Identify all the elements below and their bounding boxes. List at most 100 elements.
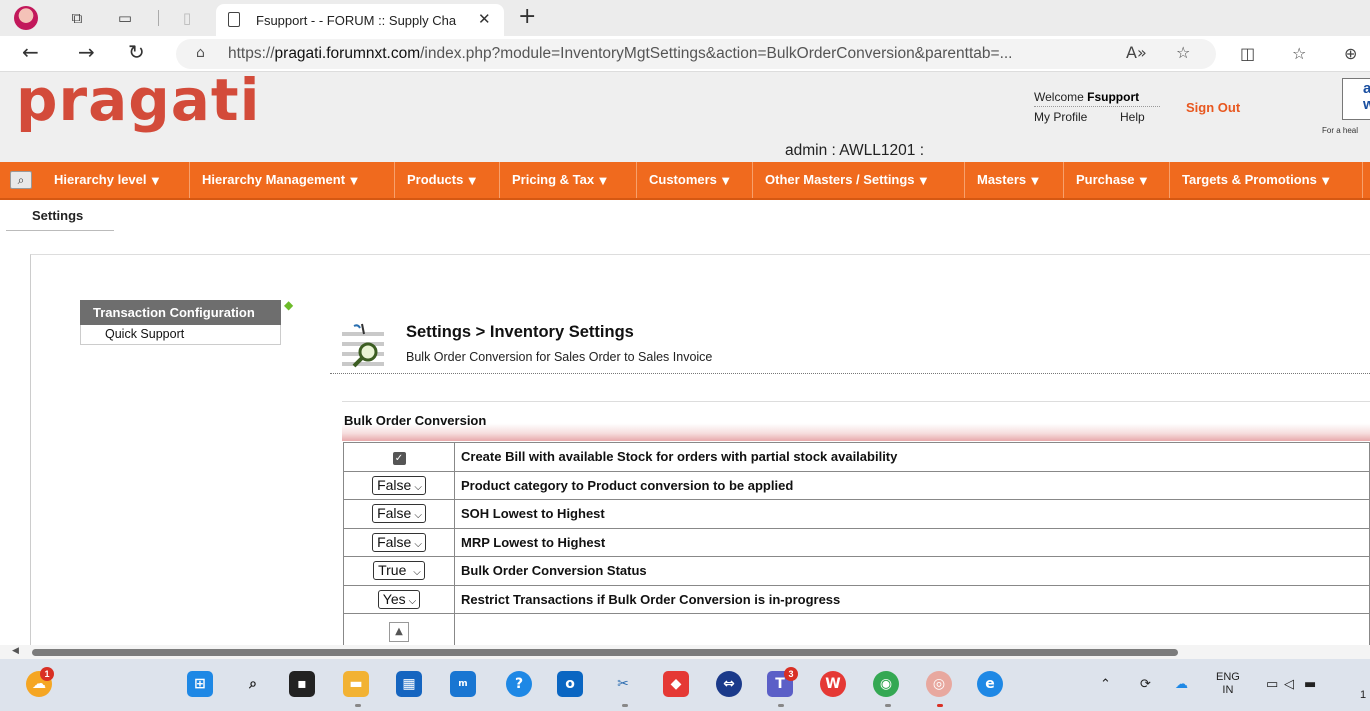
mhp-app-icon[interactable]: m	[450, 671, 476, 697]
collections-icon[interactable]: ⊕	[1344, 44, 1357, 63]
menu-customers[interactable]: Customers ▼	[636, 162, 730, 198]
partner-tagline: For a heal	[1322, 126, 1359, 135]
tab-separator	[158, 10, 159, 26]
site-info-icon[interactable]: ⌂	[196, 45, 205, 61]
back-icon[interactable]: ←	[22, 40, 39, 64]
soh-order-select[interactable]: False ⌵	[372, 504, 426, 524]
favorites-icon[interactable]: ☆	[1292, 44, 1306, 63]
help-app-icon[interactable]: ?	[506, 671, 532, 697]
restrict-transactions-select[interactable]: Yes ⌵	[377, 589, 421, 609]
sidebar: Transaction Configuration Quick Support	[80, 300, 281, 345]
running-indicator	[622, 704, 628, 707]
my-profile-link[interactable]: My Profile	[1034, 110, 1087, 124]
menu-hierarchy-level[interactable]: Hierarchy level ▼	[42, 162, 159, 198]
running-indicator	[355, 704, 361, 707]
windows-taskbar: ☁ 1 ⊞ ⌕ ▪ ▬ ▦ m ? o ✂ ◆ ⇔ T 3 W ◉ ◎ e ⌃ …	[0, 659, 1370, 711]
menu-purchase[interactable]: Purchase ▼	[1063, 162, 1147, 198]
sign-out-link[interactable]: Sign Out	[1186, 100, 1240, 115]
battery-icon[interactable]: ▬	[1304, 677, 1316, 692]
sidebar-item-quick-support[interactable]: Quick Support	[80, 325, 281, 345]
pragati-logo: pragati	[16, 66, 261, 134]
setting-label: MRP Lowest to Highest	[454, 527, 1370, 557]
sidebar-heading: Transaction Configuration	[80, 300, 281, 325]
setting-label: Create Bill with available Stock for ord…	[454, 442, 1370, 472]
category-conversion-select[interactable]: False ⌵	[372, 475, 426, 495]
menu-masters[interactable]: Masters ▼	[964, 162, 1039, 198]
new-tab-icon[interactable]: +	[518, 4, 536, 29]
task-view-icon[interactable]: ▪	[289, 671, 315, 697]
welcome-divider	[1034, 106, 1160, 107]
url-text: https://pragati.forumnxt.com/index.php?m…	[228, 45, 1013, 62]
control-cell: True ⌵	[343, 556, 455, 586]
collapse-arrow-icon[interactable]: ◆	[284, 298, 293, 312]
url-field[interactable]: ⌂ https://pragati.forumnxt.com/index.php…	[176, 39, 1216, 69]
search-icon[interactable]: ⌕	[240, 671, 266, 697]
page-icon	[228, 12, 240, 27]
edge-icon[interactable]: e	[977, 671, 1003, 697]
teams-badge: 3	[784, 667, 798, 681]
volume-icon[interactable]: ◁	[1284, 677, 1294, 692]
snipping-tool-icon[interactable]: ✂	[610, 671, 636, 697]
network-icon[interactable]: ▭	[1266, 677, 1278, 692]
anydesk-icon[interactable]: ◆	[663, 671, 689, 697]
setting-label: Bulk Order Conversion Status	[454, 556, 1370, 586]
table-row: Yes ⌵ Restrict Transactions if Bulk Order…	[343, 584, 1370, 614]
workspaces-icon[interactable]: ⧉	[66, 7, 88, 29]
language-indicator[interactable]: ENG IN	[1216, 671, 1240, 697]
read-aloud-icon[interactable]: A»	[1126, 43, 1147, 62]
wps-office-icon[interactable]: W	[820, 671, 846, 697]
file-explorer-icon[interactable]: ▬	[343, 671, 369, 697]
main-menu: ⌕ Hierarchy level ▼ Hierarchy Management ▼…	[0, 162, 1370, 200]
site-header: pragati Welcome Fsupport My Profile Help…	[0, 66, 1370, 162]
onedrive-icon[interactable]: ☁	[1175, 677, 1188, 692]
browser-tab-bar: ⧉ ▭ ▯ Fsupport - - FORUM :: Supply Cha ✕…	[0, 0, 1370, 36]
horizontal-scrollbar[interactable]: ◀	[0, 645, 1370, 659]
close-tab-icon[interactable]: ✕	[478, 10, 491, 28]
scrollbar-thumb[interactable]	[32, 649, 1178, 656]
menu-targets-promotions[interactable]: Targets & Promotions ▼	[1169, 162, 1330, 198]
setting-label: Product category to Product conversion t…	[454, 470, 1370, 500]
settings-table: ✓ Create Bill with available Stock for o…	[343, 442, 1370, 650]
tray-overflow-icon[interactable]: ⌃	[1100, 677, 1111, 692]
page-title: Settings > Inventory Settings	[406, 323, 634, 341]
scroll-left-icon[interactable]: ◀	[12, 646, 19, 656]
mrp-order-select[interactable]: False ⌵	[372, 532, 426, 552]
tab-title: Fsupport - - FORUM :: Supply Cha	[256, 13, 457, 28]
menu-products[interactable]: Products ▼	[394, 162, 476, 198]
active-tab[interactable]: Fsupport - - FORUM :: Supply Cha ✕	[216, 4, 504, 36]
favorite-star-icon[interactable]: ☆	[1176, 43, 1190, 62]
menu-hierarchy-management[interactable]: Hierarchy Management ▼	[189, 162, 358, 198]
blank-page-icon: ▯	[182, 9, 192, 27]
menu-other-masters[interactable]: Other Masters / Settings ▼	[752, 162, 927, 198]
profile-avatar[interactable]	[14, 6, 38, 30]
menu-search-icon[interactable]: ⌕	[10, 171, 32, 189]
help-link[interactable]: Help	[1120, 110, 1145, 124]
teamviewer-icon[interactable]: ⇔	[716, 671, 742, 697]
weather-badge: 1	[40, 667, 54, 681]
menu-pricing-tax[interactable]: Pricing & Tax ▼	[499, 162, 607, 198]
start-icon[interactable]: ⊞	[187, 671, 213, 697]
store-icon[interactable]: ▦	[396, 671, 422, 697]
title-divider	[330, 373, 1370, 374]
partial-stock-checkbox[interactable]: ✓	[392, 451, 406, 465]
tab-actions-icon[interactable]: ▭	[114, 7, 136, 29]
conversion-status-select[interactable]: True ⌵	[373, 561, 425, 581]
split-screen-icon[interactable]: ◫	[1240, 44, 1255, 63]
control-cell: Yes ⌵	[343, 584, 455, 614]
refresh-icon[interactable]: ↻	[128, 40, 145, 64]
forward-icon[interactable]: →	[78, 40, 95, 64]
table-row: False ⌵ Product category to Product conve…	[343, 470, 1370, 500]
outlook-icon[interactable]: o	[557, 671, 583, 697]
running-indicator	[937, 704, 943, 707]
scroll-up-icon[interactable]: ▲	[389, 621, 409, 642]
settings-search-icon	[342, 323, 384, 368]
sync-icon[interactable]: ⟳	[1140, 677, 1151, 692]
chrome-icon[interactable]: ◉	[873, 671, 899, 697]
running-indicator	[778, 704, 784, 707]
partner-logo: a w	[1342, 78, 1370, 120]
table-row: False ⌵ MRP Lowest to Highest	[343, 527, 1370, 557]
settings-subtab[interactable]: Settings	[6, 204, 114, 231]
clock[interactable]: 1	[1360, 689, 1366, 701]
edge-profile-icon[interactable]: ◎	[926, 671, 952, 697]
setting-label: SOH Lowest to Highest	[454, 499, 1370, 529]
